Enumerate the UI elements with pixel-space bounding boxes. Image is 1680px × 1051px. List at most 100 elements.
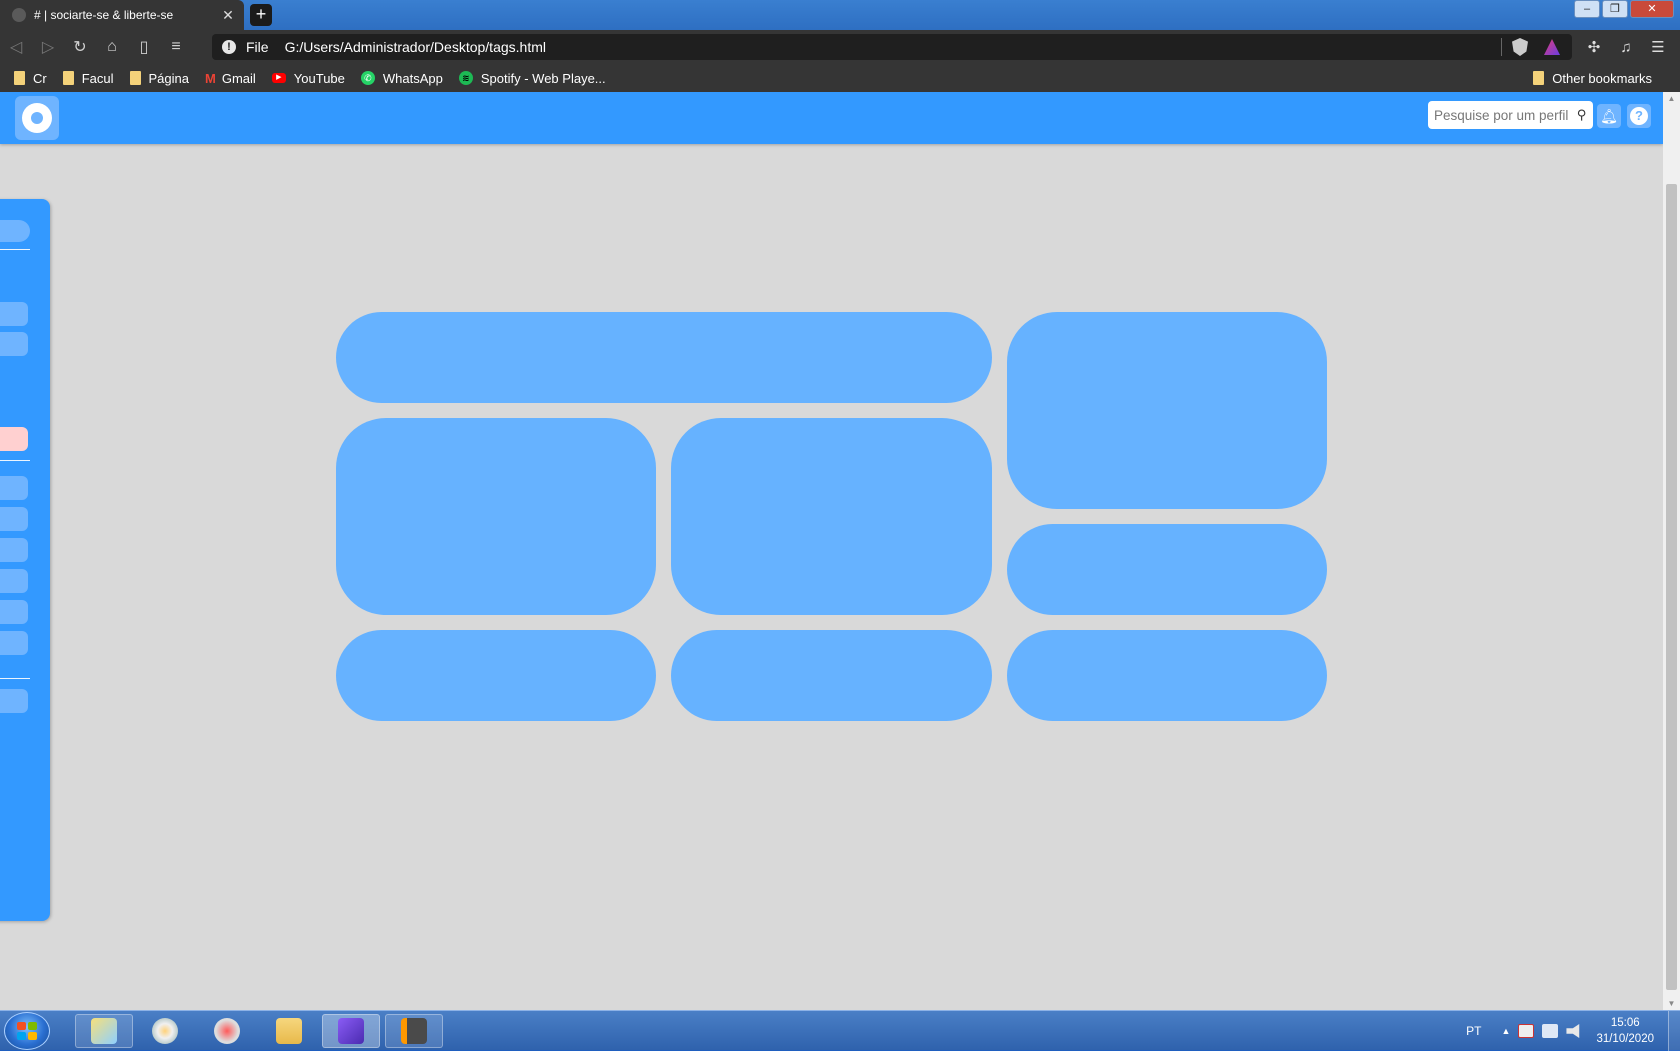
sidebar (0, 199, 50, 921)
extensions-icon[interactable]: ✣ (1578, 38, 1610, 56)
reload-icon[interactable]: ↻ (64, 31, 96, 63)
action-center-icon[interactable] (1518, 1024, 1535, 1038)
clock-time: 15:06 (1610, 1017, 1640, 1029)
sidebar-item[interactable] (0, 507, 28, 531)
brave-shield-icon[interactable] (1512, 38, 1528, 56)
bookmarks-bar: Cr Facul Página M Gmail ▶ YouTube ✆ What… (0, 64, 1680, 92)
taskbar-show-desktop-app[interactable] (75, 1014, 133, 1048)
bookmark-pagina[interactable]: Página (129, 70, 189, 86)
tag-tile[interactable] (1007, 630, 1327, 721)
sidebar-item-alert[interactable] (0, 427, 28, 451)
sidebar-item[interactable] (0, 538, 28, 562)
scroll-up-icon[interactable]: ▲ (1663, 94, 1680, 103)
tag-tile[interactable] (336, 630, 656, 721)
bookmark-youtube[interactable]: ▶ YouTube (271, 70, 345, 86)
sidebar-item[interactable] (0, 569, 28, 593)
restore-button[interactable]: ❐ (1602, 0, 1628, 18)
bookmark-whatsapp[interactable]: ✆ WhatsApp (360, 70, 443, 86)
language-indicator[interactable]: PT (1466, 1024, 1481, 1038)
windows-logo-icon (17, 1022, 37, 1040)
toolbar-actions: ✣ ♫ ☰ (1578, 30, 1674, 64)
bookmark-label: WhatsApp (382, 70, 443, 86)
paint-icon (152, 1018, 178, 1044)
bookmark-icon[interactable]: ▯ (128, 31, 160, 63)
taskbar-snipping-tool[interactable] (198, 1014, 256, 1048)
sidebar-top-item[interactable] (0, 220, 30, 242)
close-window-button[interactable]: ✕ (1630, 0, 1674, 18)
sidebar-item[interactable] (0, 332, 28, 356)
sidebar-divider (0, 249, 30, 250)
clock[interactable]: 15:06 31/10/2020 (1596, 1015, 1654, 1047)
bookmark-label: YouTube (293, 70, 345, 86)
spotify-icon: ≋ (458, 71, 473, 85)
bookmark-label: Página (148, 70, 189, 86)
media-icon[interactable]: ♫ (1610, 39, 1642, 56)
browser-tab[interactable]: # | sociarte-se & liberte-se ✕ (0, 0, 244, 30)
taskbar: PT ▲ 15:06 31/10/2020 (0, 1010, 1680, 1051)
taskbar-sublime-text[interactable] (385, 1014, 443, 1048)
bookmark-cr[interactable]: Cr (14, 71, 47, 86)
bookmark-label: Other bookmarks (1552, 70, 1652, 86)
tag-tile[interactable] (671, 418, 992, 615)
tag-tile[interactable] (1007, 524, 1327, 615)
folder-icon (62, 71, 74, 85)
reader-icon[interactable]: ≡ (160, 31, 192, 63)
volume-icon[interactable] (1566, 1024, 1580, 1038)
close-tab-icon[interactable]: ✕ (220, 7, 236, 24)
show-hidden-icons-icon[interactable]: ▲ (1502, 1026, 1511, 1036)
tag-tile[interactable] (336, 418, 656, 615)
taskbar-explorer[interactable] (260, 1014, 318, 1048)
whatsapp-icon: ✆ (360, 71, 375, 85)
sidebar-item[interactable] (0, 631, 28, 655)
window-controls: – ❐ ✕ (1574, 0, 1674, 18)
url-text[interactable]: G:/Users/Administrador/Desktop/tags.html (285, 39, 546, 55)
menu-icon[interactable]: ☰ (1642, 38, 1674, 56)
address-divider (1501, 38, 1502, 56)
bookmark-spotify[interactable]: ≋ Spotify - Web Playe... (458, 71, 606, 86)
snipping-tool-icon (214, 1018, 240, 1044)
scroll-down-icon[interactable]: ▼ (1663, 999, 1680, 1008)
site-info-icon[interactable]: ! (222, 40, 236, 54)
page-scrollbar[interactable]: ▲ ▼ (1663, 92, 1680, 1010)
taskbar-brave-nightly[interactable] (322, 1014, 380, 1048)
help-icon: ? (1630, 107, 1648, 125)
sidebar-item[interactable] (0, 600, 28, 624)
brave-rewards-icon[interactable] (1544, 39, 1560, 55)
network-icon[interactable] (1542, 1024, 1559, 1038)
show-desktop-button[interactable] (1668, 1011, 1680, 1051)
start-button[interactable] (4, 1012, 50, 1050)
forward-icon[interactable]: ▷ (32, 31, 64, 63)
tag-tile[interactable] (1007, 312, 1327, 509)
address-bar[interactable]: ! File G:/Users/Administrador/Desktop/ta… (212, 34, 1572, 60)
help-button[interactable]: ? (1627, 104, 1651, 128)
taskbar-paint[interactable] (136, 1014, 194, 1048)
app-header: ⚲ 🔔︎ ? (0, 92, 1663, 144)
sidebar-item[interactable] (0, 689, 28, 713)
browser-tabstrip: # | sociarte-se & liberte-se ✕ + – ❐ ✕ (0, 0, 1680, 30)
back-icon[interactable]: ◁ (0, 31, 32, 63)
bookmark-gmail[interactable]: M Gmail (205, 71, 256, 86)
profile-search: ⚲ (1428, 101, 1593, 129)
other-bookmarks[interactable]: Other bookmarks (1533, 64, 1652, 92)
tag-tile[interactable] (336, 312, 992, 403)
system-tray: PT ▲ 15:06 31/10/2020 (1466, 1011, 1680, 1051)
app-logo[interactable] (15, 96, 59, 140)
folder-icon (1533, 71, 1545, 85)
home-icon[interactable]: ⌂ (96, 31, 128, 63)
scroll-thumb[interactable] (1666, 184, 1677, 990)
notifications-button[interactable]: 🔔︎ (1597, 104, 1621, 128)
bookmark-label: Facul (81, 70, 114, 86)
bell-icon: 🔔︎ (1600, 107, 1618, 124)
youtube-icon: ▶ (271, 73, 286, 83)
folder-icon (276, 1018, 302, 1044)
sidebar-item[interactable] (0, 476, 28, 500)
tab-title: # | sociarte-se & liberte-se (34, 8, 174, 22)
search-input[interactable] (1434, 107, 1578, 123)
sidebar-item[interactable] (0, 302, 28, 326)
search-icon[interactable]: ⚲ (1577, 107, 1587, 123)
new-tab-button[interactable]: + (250, 4, 272, 26)
globe-icon (12, 8, 26, 22)
tag-tile[interactable] (671, 630, 992, 721)
minimize-button[interactable]: – (1574, 0, 1600, 18)
bookmark-facul[interactable]: Facul (62, 70, 114, 86)
